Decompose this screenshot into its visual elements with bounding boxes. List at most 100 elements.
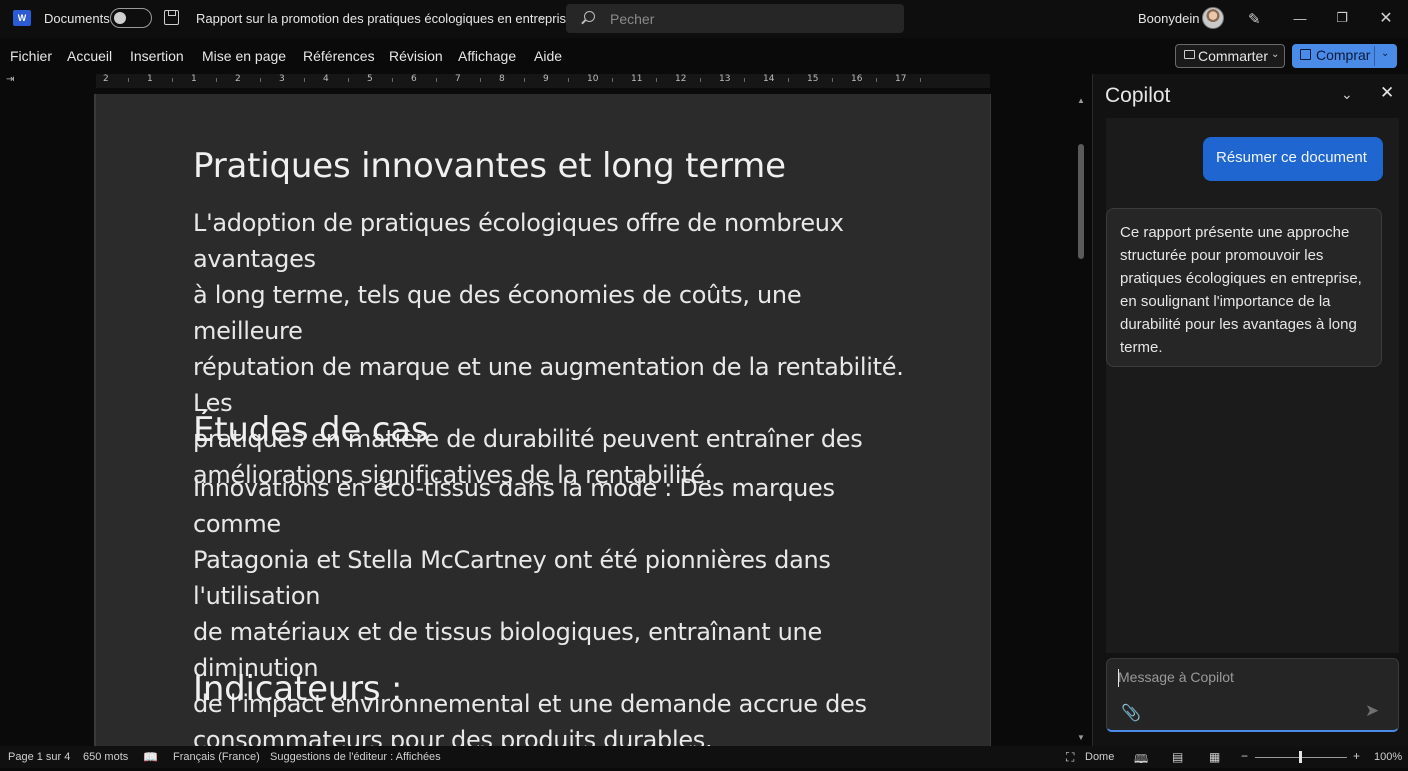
page-count[interactable]: Page 1 sur 4 xyxy=(8,751,70,763)
ruler[interactable]: 2 1 1 2 3 4 5 6 7 8 9 10 11 12 13 14 15 16 17 xyxy=(96,74,990,88)
menu-revision[interactable]: Révision xyxy=(389,48,443,64)
ruler-tick xyxy=(612,78,613,82)
menu-references[interactable]: Références xyxy=(303,48,375,64)
ruler-tick xyxy=(832,78,833,82)
search-icon xyxy=(584,11,595,22)
ruler-tick xyxy=(172,78,173,82)
share-button[interactable]: Comprar ⌄ xyxy=(1292,44,1397,68)
chevron-down-icon[interactable]: ⌄ xyxy=(1271,49,1279,60)
tab-stop-icon[interactable]: ⇥ xyxy=(6,74,14,85)
language[interactable]: Français (France) xyxy=(173,751,260,763)
comment-button[interactable]: Commarter ⌄ xyxy=(1175,44,1285,68)
pen-icon[interactable]: ✎ xyxy=(1248,10,1261,28)
ruler-number: 6 xyxy=(411,74,417,84)
comment-icon xyxy=(1184,50,1195,59)
ruler-tick xyxy=(436,78,437,82)
chevron-down-icon[interactable]: ⌄ xyxy=(1381,48,1389,59)
minimize-button[interactable]: — xyxy=(1280,6,1320,30)
web-layout-icon[interactable]: ▦ xyxy=(1209,750,1220,764)
ruler-number: 7 xyxy=(455,74,461,84)
comment-label: Commarter xyxy=(1198,48,1269,64)
share-label: Comprar xyxy=(1316,47,1371,63)
ruler-tick xyxy=(480,78,481,82)
ruler-tick xyxy=(744,78,745,82)
text-line: L'adoption de pratiques écologiques offr… xyxy=(193,209,844,273)
ruler-tick xyxy=(656,78,657,82)
menu-accueil[interactable]: Accueil xyxy=(67,48,112,64)
chevron-down-icon[interactable]: ⌄ xyxy=(538,10,547,23)
menu-aide[interactable]: Aide xyxy=(534,48,562,64)
word-count[interactable]: 650 mots xyxy=(83,751,128,763)
send-icon[interactable]: ➤ xyxy=(1365,701,1379,721)
word-app-icon: W xyxy=(13,10,31,26)
document-page[interactable]: Pratiques innovantes et long terme L'ado… xyxy=(96,94,990,754)
chevron-down-icon[interactable]: ⌄ xyxy=(1341,86,1353,103)
menu-fichier[interactable]: Fichier xyxy=(10,48,52,64)
search-input[interactable]: Pecher xyxy=(566,4,904,33)
ruler-number: 8 xyxy=(499,74,505,84)
autosave-label: Documents xyxy=(44,11,110,26)
autosave-toggle[interactable] xyxy=(110,8,152,28)
menu-mise-en-page[interactable]: Mise en page xyxy=(202,48,286,64)
text-line: Innovations en éco-tissus dans la mode :… xyxy=(193,474,835,538)
focus-label[interactable]: Dome xyxy=(1085,751,1114,763)
status-bar: Page 1 sur 4 650 mots 📖 Français (France… xyxy=(0,746,1408,768)
print-layout-icon[interactable]: ▤ xyxy=(1172,750,1183,764)
ruler-number: 12 xyxy=(675,74,687,84)
ruler-tick xyxy=(260,78,261,82)
ruler-number: 10 xyxy=(587,74,599,84)
ruler-number: 2 xyxy=(235,74,241,84)
copilot-pane: Copilot ⌄ ✕ Résumer ce document Ce rappo… xyxy=(1092,74,1408,746)
zoom-slider-thumb[interactable] xyxy=(1299,751,1302,763)
ruler-tick xyxy=(304,78,305,82)
ruler-number: 1 xyxy=(147,74,153,84)
menu-bar: Fichier Accueil Insertion Mise en page R… xyxy=(0,38,1090,74)
paperclip-icon[interactable]: 📎 xyxy=(1121,703,1141,723)
copilot-chat-area[interactable]: Résumer ce document Ce rapport présente … xyxy=(1106,118,1399,653)
editor-suggestions[interactable]: Suggestions de l'éditeur : Affichées xyxy=(270,751,441,763)
zoom-in-icon[interactable]: + xyxy=(1353,749,1360,763)
user-message: Résumer ce document xyxy=(1203,137,1383,181)
ruler-number: 4 xyxy=(323,74,329,84)
ruler-tick xyxy=(700,78,701,82)
ruler-number: 16 xyxy=(851,74,863,84)
avatar[interactable] xyxy=(1202,7,1224,29)
ruler-tick xyxy=(568,78,569,82)
zoom-out-icon[interactable]: − xyxy=(1241,749,1248,763)
focus-icon[interactable]: ⛶ xyxy=(1066,750,1074,765)
ruler-number: 17 xyxy=(895,74,907,84)
zoom-level[interactable]: 100% xyxy=(1374,751,1402,763)
proofing-icon[interactable]: 📖 xyxy=(143,750,158,764)
heading-innovation: Pratiques innovantes et long terme xyxy=(193,146,786,186)
ruler-tick xyxy=(524,78,525,82)
text-line: Patagonia et Stella McCartney ont été pi… xyxy=(193,546,831,610)
save-icon[interactable] xyxy=(164,10,179,25)
share-icon xyxy=(1300,49,1311,60)
scroll-down-icon[interactable]: ▼ xyxy=(1077,733,1085,742)
text-line: à long terme, tels que des économies de … xyxy=(193,281,802,345)
copilot-title: Copilot xyxy=(1105,84,1171,107)
ruler-tick xyxy=(348,78,349,82)
copilot-message-input[interactable]: Message à Copilot 📎 ➤ xyxy=(1106,658,1399,732)
menu-affichage[interactable]: Affichage xyxy=(458,48,516,64)
ruler-tick xyxy=(216,78,217,82)
ruler-tick xyxy=(920,78,921,82)
copilot-response: Ce rapport présente une approche structu… xyxy=(1106,208,1382,367)
ruler-number: 9 xyxy=(543,74,549,84)
ruler-number: 11 xyxy=(631,74,643,84)
ruler-number: 13 xyxy=(719,74,731,84)
close-icon[interactable]: ✕ xyxy=(1380,83,1394,103)
ruler-tick xyxy=(876,78,877,82)
close-button[interactable]: ✕ xyxy=(1366,6,1406,30)
user-name[interactable]: Boonydein xyxy=(1138,11,1199,26)
menu-insertion[interactable]: Insertion xyxy=(130,48,184,64)
restore-button[interactable]: ❐ xyxy=(1322,6,1362,30)
heading-case-studies: Études de cas xyxy=(193,410,429,450)
scroll-up-icon[interactable]: ▲ xyxy=(1077,96,1085,105)
scrollbar-thumb[interactable] xyxy=(1078,144,1084,259)
ruler-number: 14 xyxy=(763,74,775,84)
ruler-tick xyxy=(788,78,789,82)
ruler-number: 1 xyxy=(191,74,197,84)
document-title[interactable]: Rapport sur la promotion des pratiques é… xyxy=(196,11,573,26)
ruler-number: 3 xyxy=(279,74,285,84)
